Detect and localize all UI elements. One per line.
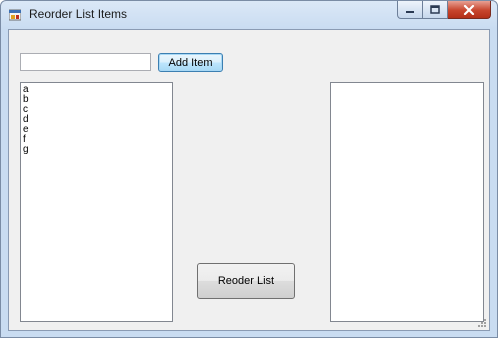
list-item[interactable]: g bbox=[21, 145, 172, 155]
list-item[interactable]: a bbox=[21, 85, 172, 95]
caption-buttons bbox=[397, 1, 491, 20]
reorder-list-button[interactable]: Reoder List bbox=[197, 263, 295, 299]
source-listbox[interactable]: a b c d e f g bbox=[20, 82, 173, 322]
list-item[interactable]: e bbox=[21, 125, 172, 135]
close-icon bbox=[463, 4, 475, 15]
app-window: Reorder List Items Add Item a b c d e f bbox=[0, 0, 498, 338]
item-text-input[interactable] bbox=[20, 53, 151, 71]
title-bar[interactable]: Reorder List Items bbox=[1, 1, 497, 29]
target-listbox[interactable] bbox=[330, 82, 484, 322]
resize-grip-icon[interactable] bbox=[477, 318, 487, 328]
maximize-button[interactable] bbox=[423, 1, 448, 19]
source-list: a b c d e f g bbox=[21, 85, 172, 155]
form-client-area: Add Item a b c d e f g Reoder List bbox=[8, 29, 490, 331]
list-item[interactable]: b bbox=[21, 95, 172, 105]
add-item-button[interactable]: Add Item bbox=[158, 53, 223, 72]
list-item[interactable]: c bbox=[21, 105, 172, 115]
restore-icon bbox=[430, 5, 440, 14]
minimize-button[interactable] bbox=[397, 1, 423, 19]
close-button[interactable] bbox=[448, 1, 491, 19]
form-app-icon bbox=[9, 9, 21, 21]
list-item[interactable]: f bbox=[21, 135, 172, 145]
minimize-icon bbox=[406, 10, 414, 13]
list-item[interactable]: d bbox=[21, 115, 172, 125]
window-title: Reorder List Items bbox=[29, 7, 128, 21]
